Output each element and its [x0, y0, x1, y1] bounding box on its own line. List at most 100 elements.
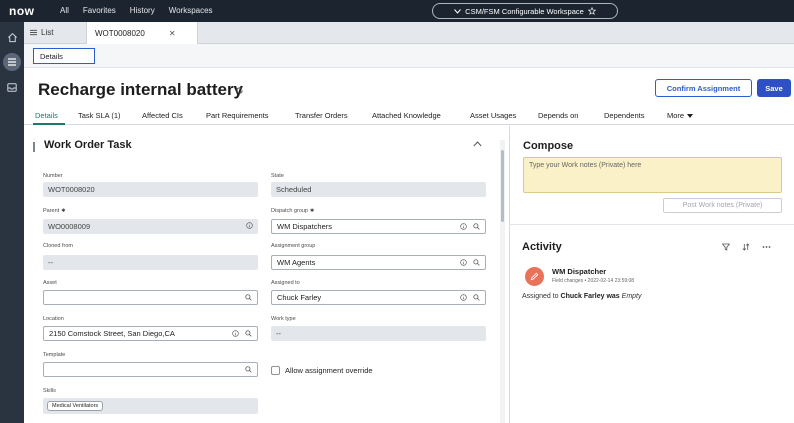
- tab-depends-on[interactable]: Depends on: [538, 111, 578, 120]
- record-tabs: Details Task SLA (1) Affected CIs Part R…: [24, 106, 794, 125]
- dispatch-group-label-text: Dispatch group: [271, 208, 308, 214]
- allow-override-label: Allow assignment override: [285, 366, 373, 375]
- tab-asset-usages[interactable]: Asset Usages: [470, 111, 516, 120]
- workspace-selector[interactable]: CSM/FSM Configurable Workspace: [432, 3, 618, 19]
- info-icon[interactable]: [460, 259, 467, 266]
- template-label: Template: [43, 352, 66, 358]
- assigned-to-field[interactable]: Chuck Farley: [271, 290, 486, 305]
- activity-was: was: [606, 293, 620, 300]
- dispatch-group-label: Dispatch group ✱: [271, 208, 314, 214]
- tab-more[interactable]: More: [667, 111, 694, 120]
- tab-record-label: WOT0008020: [95, 28, 145, 38]
- avatar: [525, 267, 544, 286]
- nav-all[interactable]: All: [60, 6, 69, 15]
- number-label: Number: [43, 173, 63, 179]
- tab-list-label: List: [41, 28, 54, 37]
- location-label: Location: [43, 316, 64, 322]
- workspace-tab-bar: List WOT0008020 ✕: [24, 22, 794, 44]
- form-scrollbar-thumb[interactable]: [501, 150, 504, 222]
- post-work-notes-button[interactable]: Post Work notes (Private): [663, 198, 782, 213]
- page-title: Recharge internal battery: [38, 80, 244, 99]
- activity-author: WM Dispatcher: [552, 267, 607, 276]
- parent-field: WO0008009: [43, 219, 258, 234]
- work-type-field: --: [271, 326, 486, 341]
- activity-old-value: Empty: [621, 293, 642, 300]
- inbox-icon[interactable]: [3, 78, 21, 96]
- list-icon: [30, 29, 37, 36]
- tab-record[interactable]: WOT0008020 ✕: [86, 22, 198, 44]
- assigned-to-value: Chuck Farley: [277, 293, 322, 302]
- home-icon[interactable]: [3, 28, 21, 46]
- workspace-name: CSM/FSM Configurable Workspace: [465, 6, 584, 16]
- tab-attached-knowledge[interactable]: Attached Knowledge: [372, 111, 441, 120]
- info-icon[interactable]: [460, 223, 467, 230]
- tab-list[interactable]: List: [30, 28, 53, 37]
- activity-field: Assigned to: [522, 293, 559, 300]
- refresh-icon[interactable]: [235, 86, 244, 95]
- allow-override-checkbox[interactable]: [271, 366, 280, 375]
- work-type-label: Work type: [271, 316, 296, 322]
- close-icon[interactable]: ✕: [169, 29, 176, 38]
- left-rail: [0, 22, 24, 423]
- parent-label: Parent ✱: [43, 208, 65, 214]
- tab-task-sla[interactable]: Task SLA (1): [78, 111, 121, 120]
- skill-chip[interactable]: Medical Ventilators: [47, 401, 104, 411]
- compose-title: Compose: [523, 140, 574, 152]
- more-icon[interactable]: [762, 243, 771, 251]
- info-icon[interactable]: [232, 330, 239, 337]
- search-icon[interactable]: [473, 294, 480, 301]
- star-icon[interactable]: [587, 7, 596, 15]
- record-subbar: Details: [24, 44, 794, 68]
- filter-icon[interactable]: [722, 243, 730, 251]
- dispatch-group-value: WM Dispatchers: [277, 222, 333, 231]
- parent-value: WO0008009: [48, 222, 91, 231]
- tab-affected-cis[interactable]: Affected CIs: [142, 111, 183, 120]
- assignment-group-field[interactable]: WM Agents: [271, 255, 486, 270]
- nav-history[interactable]: History: [130, 6, 155, 15]
- chevron-down-icon: [454, 8, 462, 14]
- form-panel: [24, 126, 508, 423]
- sort-icon[interactable]: [742, 243, 750, 251]
- location-field[interactable]: 2150 Comstock Street, San Diego,CA: [43, 326, 258, 341]
- state-field: Scheduled: [271, 182, 486, 197]
- top-navigation: now All Favorites History Workspaces CSM…: [0, 0, 794, 22]
- list-icon[interactable]: [3, 53, 21, 71]
- search-icon[interactable]: [245, 294, 252, 301]
- search-icon[interactable]: [473, 223, 480, 230]
- tab-part-requirements[interactable]: Part Requirements: [206, 111, 269, 120]
- now-logo[interactable]: now: [9, 4, 35, 18]
- section-drag-handle: [33, 142, 35, 152]
- activity-title: Activity: [522, 241, 562, 253]
- cloned-from-field: --: [43, 255, 258, 270]
- search-icon[interactable]: [245, 330, 252, 337]
- save-button[interactable]: Save: [757, 79, 791, 97]
- search-icon[interactable]: [473, 259, 480, 266]
- tab-dependents[interactable]: Dependents: [604, 111, 644, 120]
- chevron-up-icon[interactable]: [473, 141, 482, 147]
- nav-favorites[interactable]: Favorites: [83, 6, 116, 15]
- work-notes-input[interactable]: Type your Work notes (Private) here: [523, 157, 782, 193]
- dispatch-group-field[interactable]: WM Dispatchers: [271, 219, 486, 234]
- tab-transfer-orders[interactable]: Transfer Orders: [295, 111, 348, 120]
- skills-label: Skills: [43, 388, 56, 394]
- assigned-to-label: Assigned to: [271, 280, 300, 286]
- location-value: 2150 Comstock Street, San Diego,CA: [49, 329, 175, 338]
- activity-new-value: Chuck Farley: [560, 293, 605, 300]
- assignment-group-value: WM Agents: [277, 258, 316, 267]
- activity-toolbar: [722, 243, 771, 251]
- edit-icon: [530, 272, 539, 281]
- info-icon[interactable]: [460, 294, 467, 301]
- asset-field[interactable]: [43, 290, 258, 305]
- search-icon[interactable]: [245, 366, 252, 373]
- required-marker: ✱: [61, 208, 66, 214]
- info-icon[interactable]: [246, 222, 253, 229]
- tab-details[interactable]: Details: [35, 111, 58, 120]
- skills-field: Medical Ventilators: [43, 398, 258, 414]
- confirm-assignment-button[interactable]: Confirm Assignment: [655, 79, 752, 97]
- activity-meta: Field changes • 2022-02-14 23:59:08: [552, 278, 635, 284]
- template-field[interactable]: [43, 362, 258, 377]
- cloned-from-label: Cloned from: [43, 243, 73, 249]
- details-selector[interactable]: Details: [33, 48, 95, 64]
- activity-change: Assigned to Chuck Farley was Empty: [522, 293, 642, 300]
- nav-workspaces[interactable]: Workspaces: [169, 6, 213, 15]
